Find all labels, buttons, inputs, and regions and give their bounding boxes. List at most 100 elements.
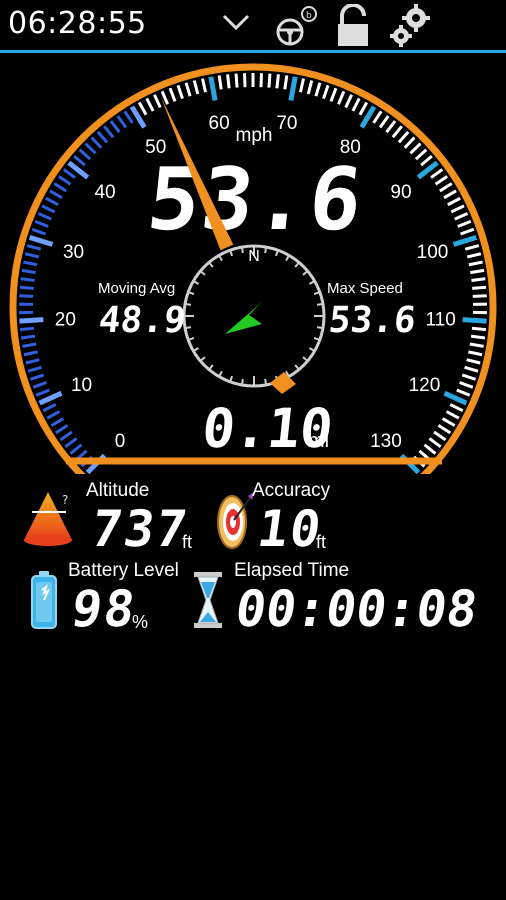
minor-tick [449, 403, 464, 413]
altitude-stat: ? Altitude 737 ft [0, 478, 210, 558]
minor-tick [459, 381, 474, 389]
speed-unit: mph [236, 125, 273, 146]
compass-tick [240, 378, 244, 386]
altitude-label: Altitude [86, 480, 150, 501]
compass-north-label: N [248, 248, 260, 265]
top-bar: 06:28:55 b [0, 0, 506, 53]
lock-icon[interactable] [334, 4, 372, 48]
moving-avg-value: 48.9 [97, 299, 188, 341]
minor-tick [464, 244, 480, 251]
scale-label: 100 [417, 242, 449, 263]
minor-tick [423, 443, 437, 455]
minor-tick [464, 365, 479, 373]
minor-tick [62, 168, 76, 179]
minor-tick [19, 294, 34, 298]
moving-avg-label: Moving Avg [98, 280, 175, 297]
minor-tick [192, 80, 200, 95]
accuracy-unit: ft [316, 532, 327, 552]
major-tick [288, 76, 298, 101]
minor-tick [378, 115, 390, 129]
minor-tick [69, 443, 83, 455]
minor-tick [456, 388, 471, 397]
distance-unit: mi [308, 430, 329, 452]
compass-ring [182, 244, 326, 388]
scale-label: 120 [409, 375, 441, 396]
compass-tick [240, 246, 244, 254]
minor-tick [19, 326, 35, 332]
major-tick [28, 234, 54, 247]
gears-icon[interactable] [388, 2, 432, 50]
minor-tick [322, 84, 330, 100]
svg-text:?: ? [62, 493, 68, 507]
major-tick [19, 317, 44, 324]
max-speed-label: Max Speed [327, 280, 403, 297]
scale-label: 130 [370, 431, 402, 452]
minor-tick [414, 148, 428, 161]
battery-stat: Battery Level 98 % [0, 558, 188, 638]
minor-tick [41, 204, 56, 214]
altitude-value: 737 [87, 500, 193, 558]
battery-icon [31, 571, 57, 629]
minor-tick [428, 437, 442, 449]
scale-label: 30 [63, 242, 84, 263]
minor-tick [472, 285, 487, 290]
major-tick [462, 317, 487, 324]
minor-tick [351, 97, 361, 112]
scale-label: 0 [115, 431, 126, 452]
minor-tick [433, 430, 447, 442]
minor-tick [358, 101, 369, 116]
minor-tick [57, 175, 72, 186]
accuracy-label: Accuracy [252, 480, 331, 501]
minor-tick [243, 73, 247, 88]
altitude-icon: ? [24, 492, 72, 546]
minor-tick [385, 120, 397, 134]
minor-tick [437, 424, 452, 435]
compass-tick [264, 246, 268, 254]
minor-tick [226, 74, 231, 89]
minor-tick [454, 212, 469, 221]
minor-tick [468, 350, 483, 357]
major-tick [452, 234, 478, 247]
steering-wheel-icon[interactable]: b [272, 4, 322, 48]
minor-tick [450, 204, 465, 214]
chevron-down-icon[interactable] [220, 10, 252, 34]
battery-value: 98 [67, 580, 141, 638]
minor-tick [201, 78, 207, 93]
minor-tick [457, 219, 472, 228]
minor-tick [19, 285, 34, 290]
minor-tick [168, 87, 177, 102]
minor-tick [20, 277, 35, 282]
scale-label: 10 [71, 375, 92, 396]
minor-tick [54, 424, 69, 435]
minor-tick [31, 227, 46, 236]
minor-tick [259, 73, 263, 88]
minor-tick [23, 260, 38, 267]
minor-tick [275, 74, 280, 89]
minor-tick [29, 373, 45, 381]
clock: 06:28:55 [8, 6, 147, 41]
minor-tick [23, 350, 38, 357]
minor-tick [403, 136, 416, 149]
svg-text:b: b [306, 11, 312, 21]
minor-tick [469, 342, 484, 348]
minor-tick [84, 142, 97, 155]
minor-tick [468, 260, 483, 267]
compass-tick [264, 378, 268, 386]
minor-tick [447, 196, 461, 207]
minor-tick [314, 82, 322, 97]
minor-tick [184, 82, 192, 97]
minor-tick [344, 94, 353, 109]
altitude-unit: ft [182, 532, 193, 552]
minor-tick [145, 97, 155, 112]
speed-readout: 53.6 [143, 150, 369, 250]
minor-tick [445, 410, 460, 420]
minor-tick [35, 388, 50, 397]
minor-tick [22, 342, 37, 348]
scale-label: 40 [94, 182, 115, 203]
minor-tick [64, 437, 78, 449]
minor-tick [27, 365, 42, 373]
minor-tick [439, 182, 453, 193]
minor-tick [337, 90, 346, 105]
minor-tick [176, 84, 184, 100]
scale-label: 70 [276, 113, 297, 134]
